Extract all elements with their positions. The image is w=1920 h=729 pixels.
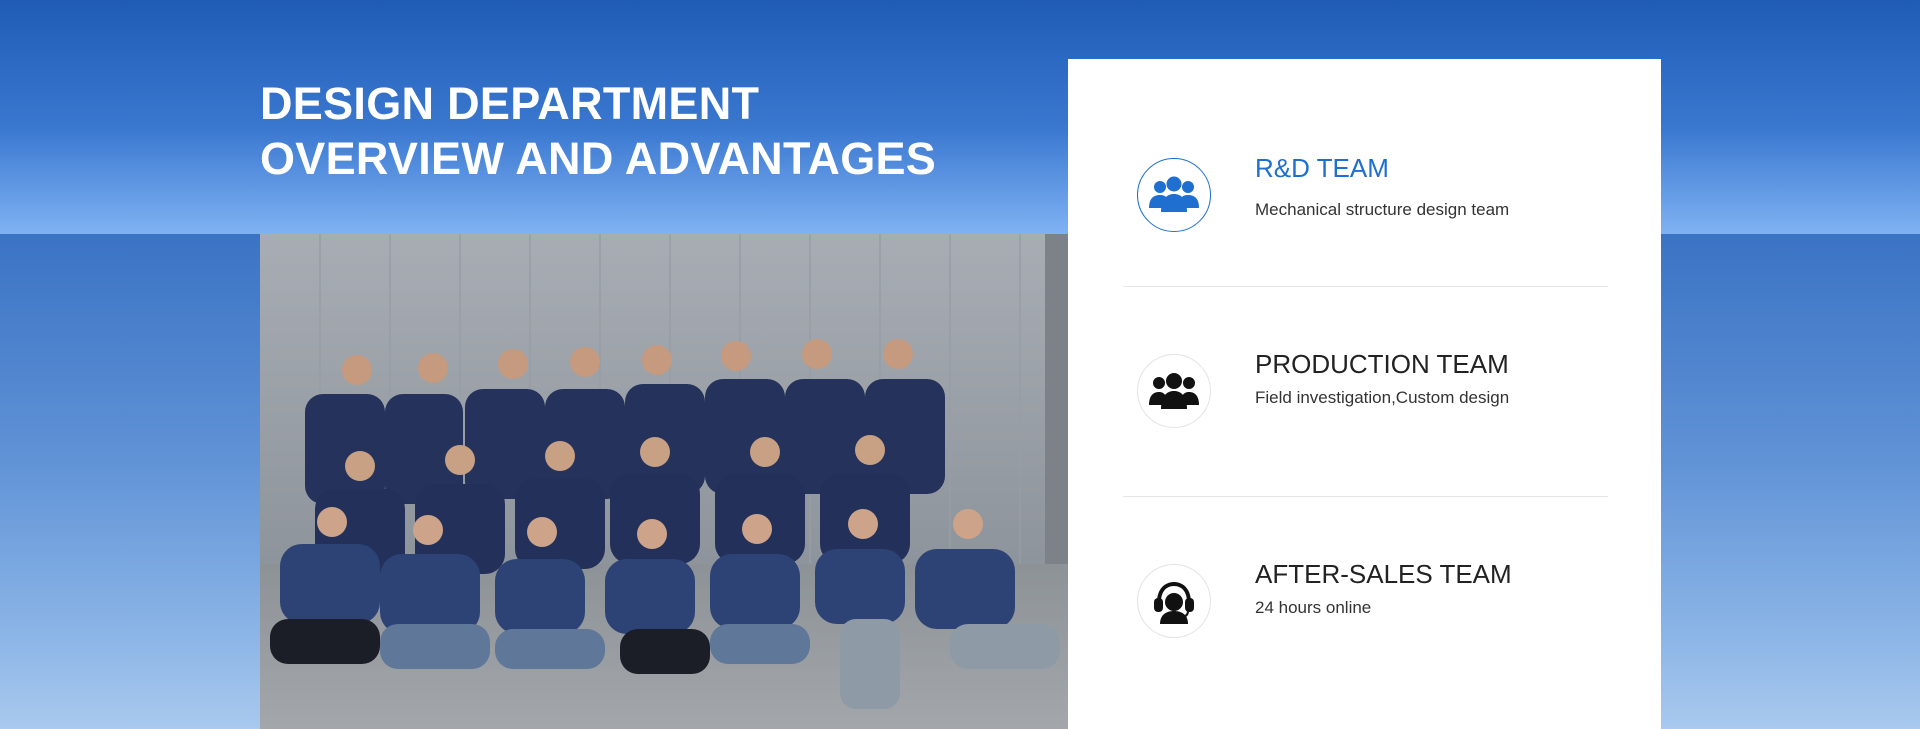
team-description: Mechanical structure design team — [1255, 200, 1510, 219]
team-photo — [260, 234, 1068, 729]
team-people-icon-glyph — [1149, 176, 1199, 212]
team-card-rd: R&D TEAM Mechanical structure design tea… — [1123, 153, 1608, 258]
group-icon — [1137, 354, 1211, 428]
headset-support-icon-glyph — [1154, 582, 1194, 624]
team-people-icon — [1137, 158, 1211, 232]
team-title: R&D TEAM — [1255, 153, 1389, 183]
team-card-production: PRODUCTION TEAM Field investigation,Cust… — [1123, 349, 1608, 454]
team-photo-image — [260, 234, 1068, 729]
team-description: Field investigation,Custom design — [1255, 388, 1510, 407]
divider — [1123, 286, 1608, 287]
group-icon-glyph — [1149, 373, 1199, 409]
section-title-line-1: DESIGN DEPARTMENT — [260, 78, 760, 129]
team-title: AFTER-SALES TEAM — [1255, 559, 1512, 589]
team-description: 24 hours online — [1255, 598, 1372, 617]
section-title-line-2: OVERVIEW AND ADVANTAGES — [260, 133, 937, 184]
teams-panel: R&D TEAM Mechanical structure design tea… — [1068, 59, 1661, 729]
team-card-after-sales: AFTER-SALES TEAM 24 hours online — [1123, 559, 1608, 664]
headset-support-icon — [1137, 564, 1211, 638]
team-title: PRODUCTION TEAM — [1255, 349, 1509, 379]
section-title: DESIGN DEPARTMENT OVERVIEW AND ADVANTAGE… — [260, 76, 936, 186]
divider — [1123, 496, 1608, 497]
